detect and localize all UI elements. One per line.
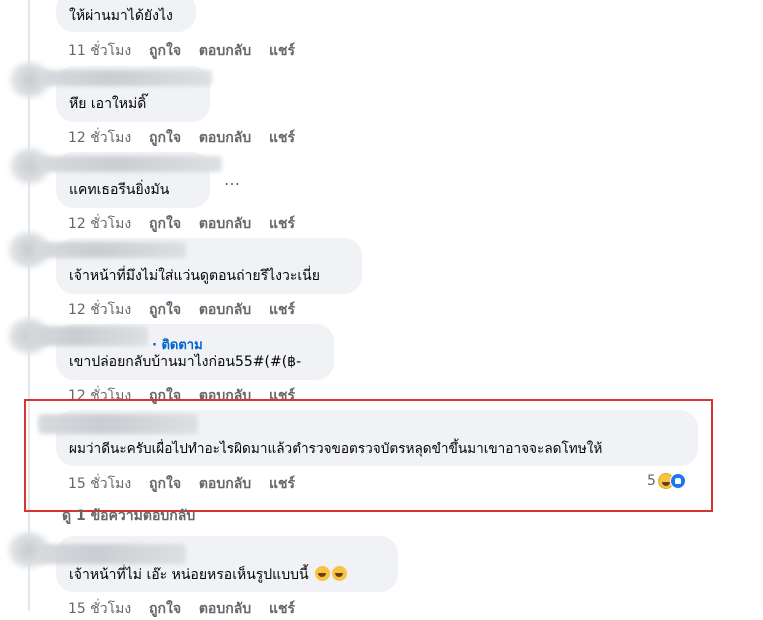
comment-time[interactable]: 12 ชั่วโมง xyxy=(68,299,131,321)
commenter-name[interactable] xyxy=(40,70,212,86)
like-button[interactable]: ถูกใจ xyxy=(149,127,181,149)
comment-actions: 12 ชั่วโมง ถูกใจ ตอบกลับ แชร์ xyxy=(68,127,295,149)
comment-actions: 11 ชั่วโมง ถูกใจ ตอบกลับ แชร์ xyxy=(68,40,295,62)
share-button[interactable]: แชร์ xyxy=(269,127,295,149)
comment-text-body: เจ้าหน้าที่ไม่ เอ๊ะ หน่อยหรอเห็นรูปแบบนี… xyxy=(69,567,309,583)
commenter-name[interactable] xyxy=(28,326,148,346)
commenter-name[interactable] xyxy=(40,156,222,172)
reply-button[interactable]: ตอบกลับ xyxy=(199,299,251,321)
comment-actions: 12 ชั่วโมง ถูกใจ ตอบกลับ แชร์ xyxy=(68,213,295,235)
commenter-name[interactable] xyxy=(36,242,186,258)
like-button[interactable]: ถูกใจ xyxy=(149,40,181,62)
reply-button[interactable]: ตอบกลับ xyxy=(199,598,251,620)
like-button[interactable]: ถูกใจ xyxy=(149,299,181,321)
highlight-box xyxy=(24,399,713,512)
share-button[interactable]: แชร์ xyxy=(269,213,295,235)
share-button[interactable]: แชร์ xyxy=(269,299,295,321)
rofl-emoji-icon xyxy=(332,566,347,581)
reply-button[interactable]: ตอบกลับ xyxy=(199,40,251,62)
comment-actions: 12 ชั่วโมง ถูกใจ ตอบกลับ แชร์ xyxy=(68,299,295,321)
comment-time[interactable]: 12 ชั่วโมง xyxy=(68,213,131,235)
comment-time[interactable]: 15 ชั่วโมง xyxy=(68,598,131,620)
reply-button[interactable]: ตอบกลับ xyxy=(199,213,251,235)
like-button[interactable]: ถูกใจ xyxy=(149,213,181,235)
share-button[interactable]: แชร์ xyxy=(269,598,295,620)
comment-actions: 15 ชั่วโมง ถูกใจ ตอบกลับ แชร์ xyxy=(68,598,295,620)
comment-bubble: ให้ผ่านมาได้ยังไง xyxy=(56,0,196,32)
comment-text: เจ้าหน้าที่ไม่ เอ๊ะ หน่อยหรอเห็นรูปแบบนี… xyxy=(69,566,347,584)
like-button[interactable]: ถูกใจ xyxy=(149,598,181,620)
rofl-emoji-icon xyxy=(315,566,330,581)
share-button[interactable]: แชร์ xyxy=(269,40,295,62)
comment-time[interactable]: 11 ชั่วโมง xyxy=(68,40,131,62)
comment-text: ให้ผ่านมาได้ยังไง xyxy=(69,8,173,24)
comment-time[interactable]: 12 ชั่วโมง xyxy=(68,127,131,149)
comment-text: เขาปล่อยกลับบ้านมาไงก่อน55#(#(฿- xyxy=(69,354,302,370)
comment-text: หึย เอาใหม่ดิ๊ xyxy=(69,96,147,112)
comment-text: แคทเธอรีนยิ่งมัน xyxy=(69,182,170,198)
comment-text: เจ้าหน้าที่มึงไม่ใส่แว่นดูตอนถ่ายรึไงวะเ… xyxy=(69,268,320,284)
commenter-name[interactable] xyxy=(38,544,186,564)
view-replies-link[interactable]: ดู 1 ข้อความตอบกลับ xyxy=(62,505,195,527)
more-options-icon[interactable]: … xyxy=(224,170,241,189)
reply-button[interactable]: ตอบกลับ xyxy=(199,127,251,149)
follow-link[interactable]: · ติดตาม xyxy=(152,334,203,355)
